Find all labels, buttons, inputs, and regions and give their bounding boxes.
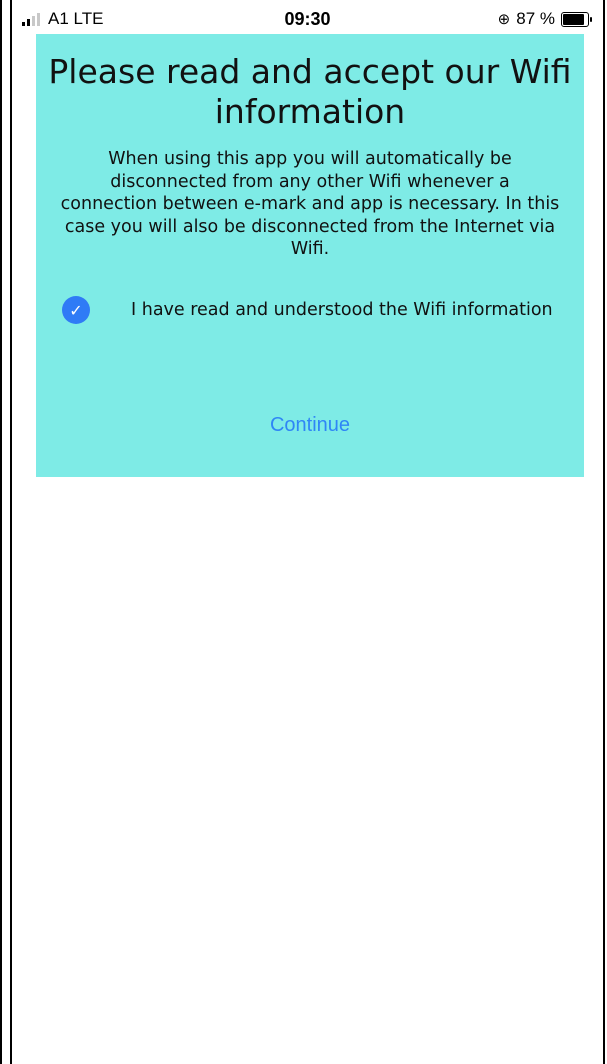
checkmark-icon[interactable]: ✓ (62, 296, 90, 324)
carrier-label: A1 LTE (48, 9, 104, 28)
consent-label: I have read and understood the Wifi info… (131, 299, 553, 320)
orientation-lock-icon: ⊕ (497, 11, 511, 28)
status-bar: A1 LTE 09:30 ⊕ 87 % (12, 2, 603, 36)
continue-button[interactable]: Continue (36, 414, 584, 437)
status-right: ⊕ 87 % (497, 9, 592, 29)
battery-icon (561, 11, 592, 27)
screen-border-left (0, 0, 2, 1064)
dialog-body-text: When using this app you will automatical… (60, 149, 560, 259)
dialog-title: Please read and accept our Wifi informat… (48, 52, 572, 131)
battery-percent: 87 % (516, 9, 555, 28)
screen-border-inner-left (10, 0, 12, 1064)
signal-strength-icon (22, 12, 40, 26)
consent-row[interactable]: ✓ I have read and understood the Wifi in… (62, 296, 560, 324)
wifi-info-dialog: Please read and accept our Wifi informat… (36, 34, 584, 477)
screen-border-right (603, 0, 605, 1064)
